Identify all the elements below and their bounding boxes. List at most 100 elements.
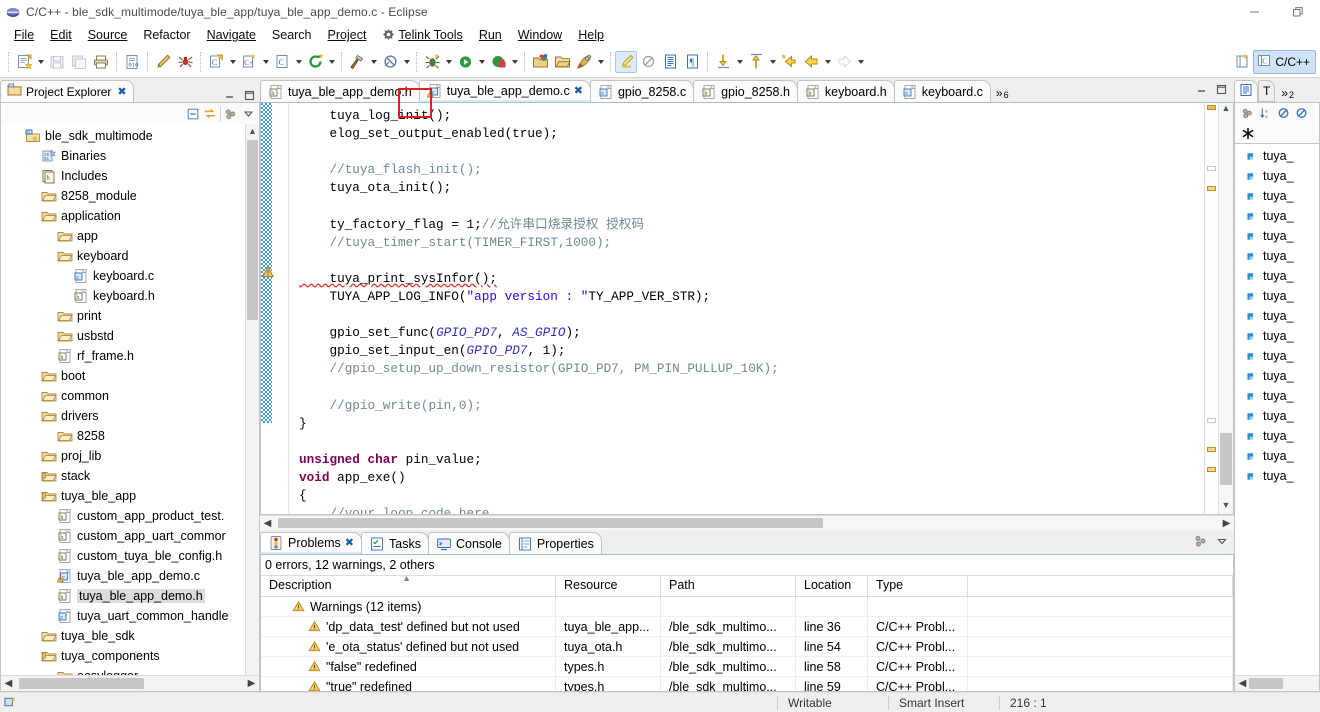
tree-item[interactable]: app (1, 226, 259, 246)
problems-row[interactable]: 'e_ota_status' defined but not used tuya_… (261, 636, 1233, 657)
tree-item[interactable]: h Includes (1, 166, 259, 186)
profile-dropdown[interactable] (509, 51, 520, 73)
run-button[interactable] (454, 51, 476, 73)
hide-fields-icon[interactable] (1241, 107, 1255, 121)
outline-item[interactable]: tuya_ (1235, 386, 1319, 406)
close-icon[interactable]: ✖ (117, 85, 126, 98)
outline-horizontal-scrollbar[interactable]: ◀ (1235, 675, 1319, 691)
problems-row[interactable]: "true" redefined types.h/ble_sdk_multimo.… (261, 676, 1233, 691)
close-icon[interactable]: ✖ (574, 84, 583, 97)
source-code-text[interactable]: tuya_log_init(); elog_set_output_enabled… (289, 103, 1204, 514)
scroll-left-icon[interactable]: ◀ (1235, 678, 1250, 689)
previous-annotation-button[interactable] (745, 51, 767, 73)
menu-window[interactable]: Window (510, 26, 570, 44)
column-header-location[interactable]: Location (796, 576, 868, 596)
outline-item[interactable]: tuya_ (1235, 446, 1319, 466)
tab-type-hierarchy[interactable]: T (1258, 80, 1276, 102)
scroll-right-icon[interactable]: ▶ (1219, 518, 1234, 529)
warning-marker-icon[interactable] (261, 265, 275, 281)
binary-toggle-button[interactable]: 010 (121, 51, 143, 73)
new-c-project-button[interactable]: C (205, 51, 227, 73)
menu-telink-tools[interactable]: Telink Tools (374, 26, 470, 44)
open-perspective-button[interactable] (1231, 51, 1253, 73)
refresh-button[interactable] (304, 51, 326, 73)
skip-breakpoints-dropdown[interactable] (595, 51, 606, 73)
tree-item[interactable]: boot (1, 366, 259, 386)
minimize-editor-icon[interactable] (1195, 83, 1208, 99)
spider-button[interactable] (174, 51, 196, 73)
project-tree[interactable]: Cble_sdk_multimode 10 01 Binaries h Includes 8… (1, 124, 259, 675)
pencil-button[interactable] (152, 51, 174, 73)
tree-item[interactable]: drivers (1, 406, 259, 426)
scroll-thumb[interactable] (247, 140, 258, 320)
tree-item[interactable]: usbstd (1, 326, 259, 346)
tree-item[interactable]: application (1, 206, 259, 226)
run-dropdown[interactable] (476, 51, 487, 73)
outline-item[interactable]: tuya_ (1235, 346, 1319, 366)
scroll-up-icon[interactable]: ▲ (1219, 103, 1233, 117)
view-dropdown-icon[interactable] (1216, 535, 1228, 550)
build-hammer-button[interactable] (346, 51, 368, 73)
column-header-path[interactable]: Path (661, 576, 796, 596)
problems-table-body[interactable]: Warnings (12 items) 'dp_data_test' define… (261, 597, 1233, 691)
tree-item[interactable]: tuya_ble_sdk (1, 626, 259, 646)
editor-tab-gpio-8258-h[interactable]: h gpio_8258.h (693, 80, 798, 102)
tab-tasks[interactable]: Tasks (361, 532, 429, 554)
outline-item[interactable]: tuya_ (1235, 186, 1319, 206)
new-wizard-button[interactable] (13, 51, 35, 73)
next-annotation-dropdown[interactable] (734, 51, 745, 73)
hide-macros-icon[interactable] (1241, 127, 1255, 141)
tab-project-explorer[interactable]: Project Explorer ✖ (0, 80, 134, 102)
open-type-button[interactable] (529, 51, 551, 73)
tree-item[interactable]: tuya_ble_app (1, 486, 259, 506)
editor-tab-gpio-8258-c[interactable]: c gpio_8258.c (589, 80, 695, 102)
problems-row[interactable]: "false" redefined types.h/ble_sdk_multimo… (261, 656, 1233, 677)
new-wizard-dropdown[interactable] (35, 51, 46, 73)
editor-folding-gutter[interactable] (275, 103, 289, 514)
outline-list[interactable]: tuya_ tuya_ tuya_ tuya_ tuya_ tuya_ tuya_ tuya_… (1235, 144, 1319, 675)
tree-item[interactable]: proj_lib (1, 446, 259, 466)
hscroll-thumb[interactable] (19, 678, 144, 689)
tree-item[interactable]: 8258_module (1, 186, 259, 206)
menu-navigate[interactable]: Navigate (199, 26, 264, 44)
outline-item[interactable]: tuya_ (1235, 466, 1319, 486)
overview-marker[interactable] (1207, 166, 1216, 171)
editor-tab-keyboard-h[interactable]: h keyboard.h (796, 80, 895, 102)
debug-dropdown[interactable] (443, 51, 454, 73)
tree-item[interactable]: h custom_app_product_test. (1, 506, 259, 526)
column-header-description[interactable]: Description ▲ (261, 573, 556, 596)
back-button[interactable] (800, 51, 822, 73)
menu-file[interactable]: File (6, 26, 42, 44)
tab-outline[interactable] (1234, 80, 1258, 102)
new-c-file-button[interactable]: C (271, 51, 293, 73)
tree-item[interactable]: h rf_frame.h (1, 346, 259, 366)
sort-az-icon[interactable]: a z (1259, 107, 1273, 121)
scroll-up-icon[interactable]: ▲ (246, 124, 259, 138)
new-cpp-project-button[interactable]: C+ (238, 51, 260, 73)
scroll-down-icon[interactable]: ▼ (1219, 500, 1233, 514)
new-c-project-dropdown[interactable] (227, 51, 238, 73)
new-cpp-project-dropdown[interactable] (260, 51, 271, 73)
maximize-editor-icon[interactable] (1215, 83, 1228, 99)
tree-item[interactable]: h tuya_ble_app_demo.h (1, 586, 259, 606)
scroll-left-icon[interactable]: ◀ (1, 678, 16, 689)
outline-item[interactable]: tuya_ (1235, 246, 1319, 266)
tree-item[interactable]: c tuya_ble_app_demo.c (1, 566, 259, 586)
editor-tab-tuya-ble-app-demo-c[interactable]: c tuya_ble_app_demo.c ✖ (418, 80, 591, 102)
menu-help[interactable]: Help (570, 26, 612, 44)
hscroll-thumb[interactable] (278, 518, 823, 528)
tree-item[interactable]: 10 01 Binaries (1, 146, 259, 166)
outline-item[interactable]: tuya_ (1235, 426, 1319, 446)
overview-marker[interactable] (1207, 447, 1216, 452)
outline-item[interactable]: tuya_ (1235, 166, 1319, 186)
perspective-cpp-button[interactable]: C C/C++ (1253, 49, 1316, 74)
menu-source[interactable]: Source (80, 26, 136, 44)
editor-horizontal-scrollbar[interactable]: ◀ ▶ (260, 515, 1234, 530)
tree-item[interactable]: tuya_components (1, 646, 259, 666)
open-folder-button[interactable] (551, 51, 573, 73)
minimize-button[interactable] (1232, 0, 1276, 24)
maximize-restore-button[interactable] (1276, 0, 1320, 24)
outline-item[interactable]: tuya_ (1235, 406, 1319, 426)
print-button[interactable] (90, 51, 112, 73)
profile-button[interactable] (487, 51, 509, 73)
